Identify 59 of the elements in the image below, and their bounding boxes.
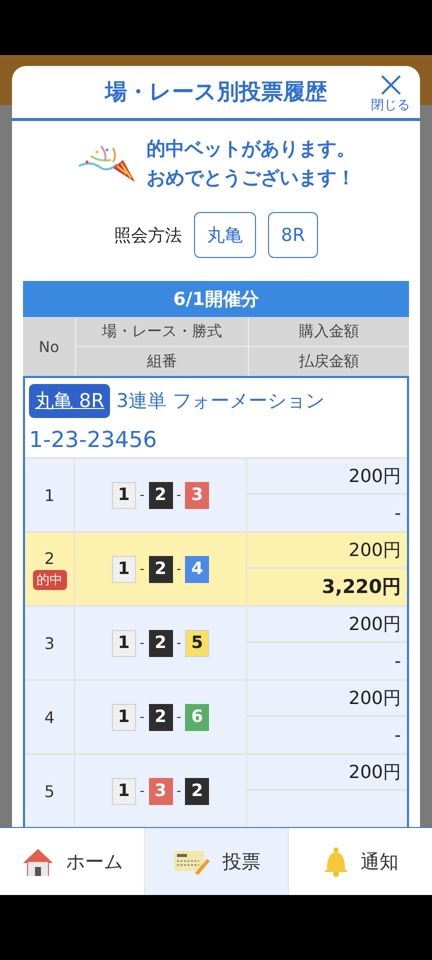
payout-amount: - xyxy=(394,502,402,526)
query-label: 照会方法 xyxy=(114,224,182,246)
boat-number: 1 xyxy=(112,704,136,730)
boat-number: 3 xyxy=(185,482,210,508)
close-icon xyxy=(380,74,402,96)
purchase-amount: 200円 xyxy=(247,533,407,569)
congratulation-message: 的中ベットがあります。 おめでとうございます！ xyxy=(146,137,356,190)
boat-number: 2 xyxy=(185,778,210,804)
separator: - xyxy=(176,488,182,502)
purchase-amount: 200円 xyxy=(247,459,407,495)
bell-icon xyxy=(322,846,348,876)
row-number: 4 xyxy=(44,708,55,726)
boat-number: 2 xyxy=(148,630,172,656)
house-icon xyxy=(22,846,54,876)
separator: - xyxy=(140,710,144,724)
hit-badge: 的中 xyxy=(32,570,66,590)
purchase-amount: 200円 xyxy=(247,607,407,643)
dialog-title: 場・レース別投票履歴 xyxy=(105,79,327,107)
boat-number: 2 xyxy=(148,482,172,508)
separator: - xyxy=(176,710,182,724)
separator: - xyxy=(176,636,182,650)
separator: - xyxy=(176,562,182,576)
filter-chip[interactable]: 丸亀 xyxy=(194,212,256,258)
boat-number: 1 xyxy=(112,482,136,508)
column-header: 購入金額 xyxy=(249,317,409,346)
boat-number: 2 xyxy=(148,556,172,582)
row-number: 3 xyxy=(44,634,55,652)
boat-number: 4 xyxy=(185,556,210,582)
separator: - xyxy=(140,636,144,650)
separator: - xyxy=(140,562,144,576)
payout-amount: - xyxy=(394,724,402,748)
boat-number: 1 xyxy=(112,778,136,804)
boat-number: 1 xyxy=(112,556,136,582)
separator: - xyxy=(140,488,144,502)
separator: - xyxy=(140,784,144,798)
filter-chip[interactable]: 8R xyxy=(268,212,318,258)
bet-type: 3連単 フォーメーション xyxy=(116,389,324,414)
column-header: 払戻金額 xyxy=(249,347,409,376)
purchase-amount: 200円 xyxy=(247,755,407,791)
close-button[interactable]: 閉じる xyxy=(371,74,410,114)
selection-text: 1-23-23456 xyxy=(29,428,158,453)
row-number: 2 xyxy=(44,548,55,568)
row-number: 5 xyxy=(44,782,55,800)
boat-number: 2 xyxy=(148,704,172,730)
separator: - xyxy=(176,784,182,798)
boat-number: 5 xyxy=(185,630,210,656)
payout-amount: - xyxy=(394,650,402,674)
purchase-amount: 200円 xyxy=(247,681,407,717)
nav-tab[interactable]: 投票 xyxy=(144,828,288,895)
column-header: 組番 xyxy=(76,347,248,376)
boat-number: 6 xyxy=(185,704,210,730)
race-link[interactable]: 丸亀 8R xyxy=(29,384,110,418)
boat-number: 3 xyxy=(148,778,172,804)
date-heading: 6/1開催分 xyxy=(23,281,409,317)
payout-amount: 3,220円 xyxy=(320,575,402,600)
boat-number: 1 xyxy=(112,630,136,656)
column-header: 場・レース・勝式 xyxy=(76,317,248,346)
row-number: 1 xyxy=(44,486,55,504)
column-header: No xyxy=(23,317,75,376)
